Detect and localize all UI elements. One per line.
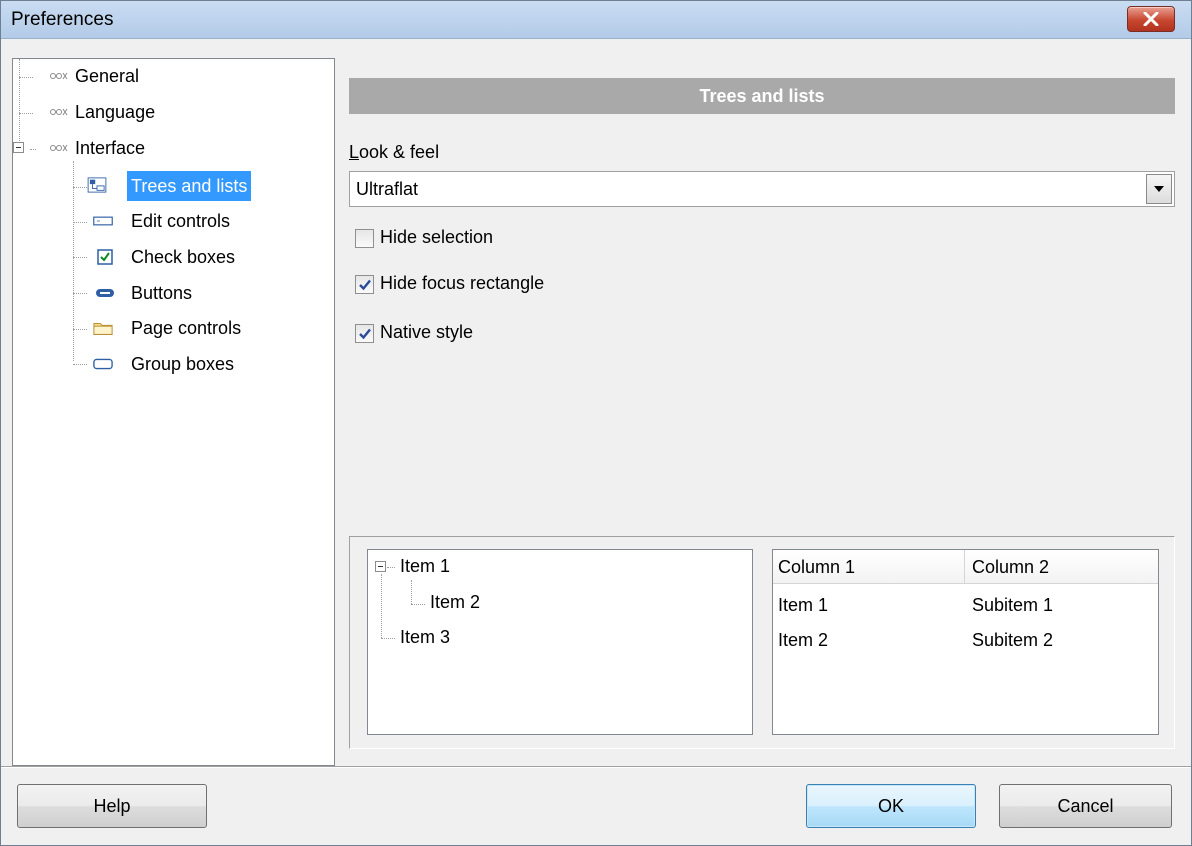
keys-icon [50, 108, 68, 116]
title-bar[interactable]: Preferences [1, 1, 1191, 39]
close-icon [1143, 12, 1159, 26]
tree-item-label: Page controls [131, 318, 242, 338]
tree-item-label: Buttons [131, 283, 193, 303]
look-feel-select[interactable]: Ultraflat [349, 171, 1175, 207]
preview-tree-item[interactable]: Item 2 [430, 592, 480, 613]
hide-focus-rectangle-label: Hide focus rectangle [380, 273, 545, 293]
native-style-label: Native style [380, 322, 474, 342]
window-title: Preferences [11, 9, 114, 30]
tree-item-label: General [75, 66, 140, 86]
folder-tab-icon [93, 323, 113, 335]
hide-selection-checkbox[interactable] [355, 229, 374, 248]
button-icon [96, 289, 114, 297]
list-cell[interactable]: Item 2 [778, 630, 828, 651]
close-button[interactable] [1127, 6, 1175, 32]
edit-control-icon [93, 216, 113, 226]
look-feel-value: Ultraflat [356, 179, 419, 199]
preview-tree-item[interactable]: Item 3 [400, 627, 450, 648]
native-style-checkbox[interactable] [355, 324, 374, 343]
section-header: Trees and lists [349, 78, 1175, 114]
preview-list[interactable]: Column 1 Column 2 Item 1 Subitem 1 Item … [772, 549, 1159, 735]
tree-item-label: Interface [75, 138, 146, 158]
preferences-dialog: Preferences General Language Interface T… [0, 0, 1192, 846]
tree-item-label: Check boxes [131, 247, 236, 267]
preview-tree[interactable]: Item 1 Item 2 Item 3 [367, 549, 753, 735]
chevron-down-icon [1154, 186, 1164, 192]
tree-item-label: Trees and lists [127, 171, 252, 201]
list-cell[interactable]: Subitem 2 [972, 630, 1053, 651]
look-feel-label-text: ook & feel [359, 142, 440, 162]
hide-selection-label: Hide selection [380, 227, 494, 247]
list-cell[interactable]: Item 1 [778, 595, 828, 616]
preview-tree-item[interactable]: Item 1 [400, 556, 450, 577]
hide-focus-rectangle-checkbox[interactable] [355, 275, 374, 294]
list-header: Column 1 Column 2 [773, 550, 1158, 584]
interface-collapse-toggle[interactable] [13, 142, 24, 153]
category-tree[interactable] [12, 58, 335, 766]
checkbox-icon [97, 249, 113, 265]
checkmark-icon [359, 279, 371, 291]
look-feel-label: Look & feel [349, 142, 440, 162]
preview-tree-collapse-toggle[interactable] [375, 561, 386, 572]
tree-item-label: Edit controls [131, 211, 231, 231]
checkmark-icon [359, 328, 371, 340]
keys-icon [50, 72, 68, 80]
ok-button[interactable]: OK [806, 784, 976, 828]
list-cell[interactable]: Subitem 1 [972, 595, 1053, 616]
column-divider[interactable] [964, 550, 965, 584]
tree-item-label: Group boxes [131, 354, 235, 374]
help-button[interactable]: Help [17, 784, 207, 828]
keys-icon [50, 144, 68, 152]
column-header[interactable]: Column 1 [778, 557, 855, 578]
footer-divider [1, 766, 1191, 768]
dropdown-button[interactable] [1146, 174, 1172, 204]
tree-list-icon [87, 177, 107, 193]
cancel-button[interactable]: Cancel [999, 784, 1172, 828]
tree-item-label: Language [75, 102, 156, 122]
column-header[interactable]: Column 2 [972, 557, 1049, 578]
group-box-icon [93, 358, 113, 370]
